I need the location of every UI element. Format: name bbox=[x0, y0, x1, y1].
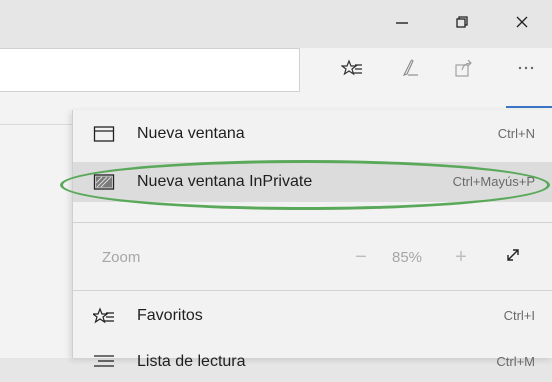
menu-item-reading-list[interactable]: Lista de lectura Ctrl+M bbox=[73, 342, 552, 382]
active-indicator bbox=[506, 106, 552, 108]
menu-item-new-inprivate-window[interactable]: Nueva ventana InPrivate Ctrl+Mayús+P bbox=[73, 162, 552, 202]
favorites-icon bbox=[340, 57, 363, 84]
page-divider bbox=[0, 124, 72, 125]
menu-item-new-window[interactable]: Nueva ventana Ctrl+N bbox=[73, 114, 552, 154]
menu-separator bbox=[73, 222, 552, 223]
zoom-value: 85% bbox=[392, 249, 423, 266]
more-icon bbox=[515, 57, 537, 84]
address-bar[interactable] bbox=[0, 48, 300, 92]
minimize-icon bbox=[394, 14, 410, 35]
pen-icon bbox=[399, 57, 421, 84]
fullscreen-button[interactable] bbox=[502, 246, 524, 268]
share-icon bbox=[453, 57, 475, 84]
share-button[interactable] bbox=[450, 56, 478, 84]
zoom-out-button[interactable]: − bbox=[350, 246, 372, 268]
menu-item-label: Nueva ventana bbox=[137, 125, 245, 142]
menu-item-label: Lista de lectura bbox=[137, 353, 246, 370]
settings-menu: Nueva ventana Ctrl+N Nueva ventana InPri… bbox=[72, 110, 552, 370]
minimize-button[interactable] bbox=[372, 0, 432, 48]
restore-icon bbox=[454, 14, 470, 35]
zoom-label: Zoom bbox=[102, 249, 141, 266]
zoom-in-button[interactable]: + bbox=[450, 246, 472, 268]
toolbar bbox=[0, 48, 552, 110]
menu-item-label: Favoritos bbox=[137, 307, 203, 324]
favorites-icon bbox=[93, 306, 115, 326]
menu-item-label: Nueva ventana InPrivate bbox=[137, 173, 313, 190]
web-note-button[interactable] bbox=[396, 56, 424, 84]
menu-item-shortcut: Ctrl+M bbox=[496, 354, 535, 369]
menu-item-shortcut: Ctrl+N bbox=[497, 126, 535, 141]
menu-item-favorites[interactable]: Favoritos Ctrl+I bbox=[73, 296, 552, 336]
close-button[interactable] bbox=[492, 0, 552, 48]
menu-separator bbox=[73, 290, 552, 291]
window-icon bbox=[93, 124, 115, 144]
expand-icon bbox=[504, 246, 522, 269]
favorites-button[interactable] bbox=[338, 56, 366, 84]
restore-button[interactable] bbox=[432, 0, 492, 48]
menu-item-shortcut: Ctrl+I bbox=[503, 308, 535, 323]
close-icon bbox=[514, 14, 530, 35]
reading-list-icon bbox=[93, 352, 115, 372]
more-button[interactable] bbox=[512, 56, 540, 84]
title-bar bbox=[0, 0, 552, 48]
inprivate-window-icon bbox=[93, 172, 115, 192]
menu-item-shortcut: Ctrl+Mayús+P bbox=[452, 174, 535, 189]
